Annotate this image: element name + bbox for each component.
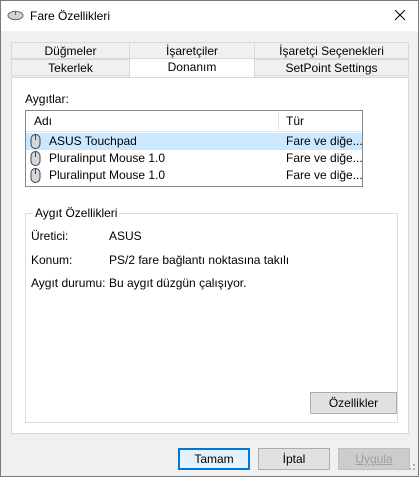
list-header: Adı Tür <box>26 111 362 132</box>
device-row[interactable]: Pluralinput Mouse 1.0 Fare ve diğe... <box>26 167 363 186</box>
device-properties-title: Aygıt Özellikleri <box>33 206 120 220</box>
device-row[interactable]: ASUS Touchpad Fare ve diğe... <box>26 133 363 150</box>
device-name: Pluralinput Mouse 1.0 <box>49 168 166 182</box>
device-name: Pluralinput Mouse 1.0 <box>49 151 166 165</box>
device-name: ASUS Touchpad <box>49 134 137 148</box>
ok-button[interactable]: Tamam <box>178 448 250 470</box>
column-divider[interactable] <box>278 111 279 131</box>
tab-buttons[interactable]: Düğmeler <box>11 42 130 59</box>
manufacturer-value: ASUS <box>109 229 142 243</box>
window-title: Fare Özellikleri <box>30 9 111 23</box>
tab-pointer-options[interactable]: İşaretçi Seçenekleri <box>254 42 409 59</box>
device-status-value: Bu aygıt düzgün çalışıyor. <box>109 276 247 290</box>
mouse-icon <box>30 168 41 186</box>
location-value: PS/2 fare bağlantı noktasına takılı <box>109 253 290 267</box>
mouse-app-icon <box>7 10 24 24</box>
tab-setpoint-settings[interactable]: SetPoint Settings <box>254 59 409 76</box>
device-properties-group: Aygıt Özellikleri Üretici: ASUS Konum: P… <box>25 206 398 423</box>
properties-button-label: Özellikler <box>328 396 379 410</box>
device-type: Fare ve diğe... <box>286 151 363 165</box>
apply-button-label: Uygula <box>355 452 393 466</box>
device-type: Fare ve diğe... <box>286 134 363 148</box>
device-status-label: Aygıt durumu: <box>31 276 106 290</box>
apply-button[interactable]: Uygula <box>338 448 410 470</box>
title-bar[interactable]: Fare Özellikleri <box>1 1 418 31</box>
cancel-button[interactable]: İptal <box>258 448 330 470</box>
hardware-panel: Aygıtlar: Adı Tür ASUS Touchpad Fare ve … <box>11 77 409 434</box>
devices-label: Aygıtlar: <box>25 92 69 106</box>
ok-button-label: Tamam <box>194 452 234 466</box>
properties-button[interactable]: Özellikler <box>310 392 397 414</box>
close-icon <box>395 10 405 20</box>
location-label: Konum: <box>31 253 73 267</box>
tab-hardware[interactable]: Donanım <box>129 58 255 77</box>
manufacturer-label: Üretici: <box>31 229 69 243</box>
close-button[interactable] <box>390 5 410 25</box>
tab-wheel[interactable]: Tekerlek <box>11 59 130 76</box>
cancel-button-label: İptal <box>282 452 306 466</box>
column-header-type[interactable]: Tür <box>286 114 304 128</box>
resize-grip-icon[interactable] <box>406 460 416 474</box>
device-row[interactable]: Pluralinput Mouse 1.0 Fare ve diğe... <box>26 150 363 167</box>
tab-pointers[interactable]: İşaretçiler <box>129 42 255 59</box>
column-header-name[interactable]: Adı <box>34 114 52 128</box>
device-type: Fare ve diğe... <box>286 168 363 182</box>
mouse-properties-window: Fare Özellikleri Düğmeler İşaretçiler İş… <box>0 0 419 477</box>
devices-list[interactable]: Adı Tür ASUS Touchpad Fare ve diğe... Pl… <box>25 110 363 187</box>
